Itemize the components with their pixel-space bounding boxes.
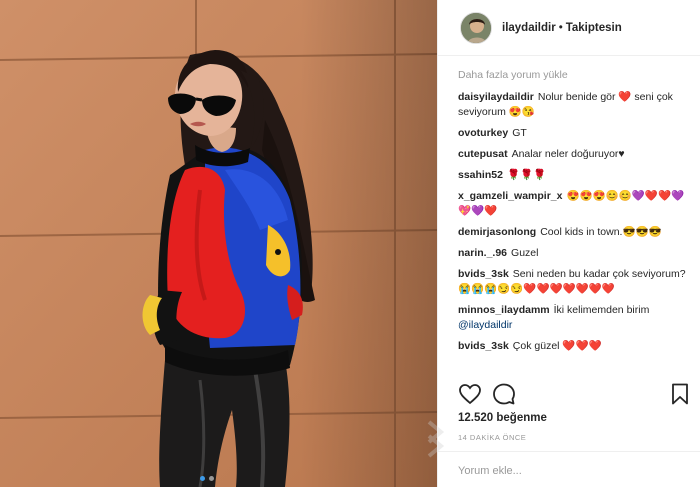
comment-icon xyxy=(493,383,515,405)
comment: minnos_ilaydamm İki kelimemden birim @ilay… xyxy=(458,303,694,333)
comment: bvids_3sk Çok güzel ❤️❤️❤️ xyxy=(458,339,694,354)
carousel-dot-active xyxy=(200,476,205,481)
follow-status[interactable]: Takiptesin xyxy=(566,22,622,34)
comment-text: İki kelimemden birim xyxy=(553,304,650,316)
instagram-post: ilaydaildir • Takiptesin Daha fazla yorum … xyxy=(0,0,700,487)
likes-count[interactable]: 12.520 beğenme xyxy=(458,412,547,424)
comment-username[interactable]: narin._.96 xyxy=(458,247,507,259)
carousel-dot xyxy=(209,476,214,481)
header-text: ilaydaildir • Takiptesin xyxy=(502,22,622,34)
comment-text: Analar neler doğuruyor♥ xyxy=(511,148,625,160)
comment-text: 🌹🌹🌹 xyxy=(506,169,547,181)
comment: bvids_3sk Seni neden bu kadar çok seviyor… xyxy=(458,267,694,297)
header-username[interactable]: ilaydaildir xyxy=(502,22,556,34)
comment: daisyilaydaildir Nolur benide gör ❤️ seni… xyxy=(458,90,694,120)
comment: cutepusat Analar neler doğuruyor♥ xyxy=(458,147,694,162)
comment-mention-link[interactable]: @ilaydaildir xyxy=(458,319,512,331)
comment-username[interactable]: bvids_3sk xyxy=(458,340,509,352)
comment: ovoturkey GT xyxy=(458,126,694,141)
comment-username[interactable]: x_gamzeli_wampir_x xyxy=(458,190,562,202)
comment-text: Guzel xyxy=(511,247,539,259)
comment-username[interactable]: minnos_ilaydamm xyxy=(458,304,550,316)
like-button[interactable] xyxy=(458,382,484,408)
comment: narin._.96 Guzel xyxy=(458,246,694,261)
add-comment-section xyxy=(438,451,700,487)
comments-list[interactable]: Daha fazla yorum yükle daisyilaydaildir N… xyxy=(458,68,694,374)
carousel-indicator xyxy=(200,476,214,481)
post-timestamp: 14 DAKİKA ÖNCE xyxy=(458,433,527,442)
save-button[interactable] xyxy=(668,382,694,408)
comment-text: Çok güzel ❤️❤️❤️ xyxy=(512,340,602,352)
comment-text: Cool kids in town.😎😎😎 xyxy=(540,226,662,238)
post-header: ilaydaildir • Takiptesin xyxy=(438,0,700,56)
post-side-panel: ilaydaildir • Takiptesin Daha fazla yorum … xyxy=(437,0,700,487)
header-separator: • xyxy=(558,21,563,34)
comment-text: GT xyxy=(512,127,527,139)
photo-illustration xyxy=(0,0,437,487)
comment: x_gamzeli_wampir_x 😍😍😍😊😊💜❤️❤️💜💖💜❤️ xyxy=(458,189,694,219)
comment-username[interactable]: ssahin52 xyxy=(458,169,503,181)
comment: demirjasonlong Cool kids in town.😎😎😎 xyxy=(458,225,694,240)
avatar-image xyxy=(461,12,491,43)
comment: ssahin52 🌹🌹🌹 xyxy=(458,168,694,183)
load-more-comments-link[interactable]: Daha fazla yorum yükle xyxy=(458,68,694,83)
post-photo[interactable] xyxy=(0,0,437,487)
comment-username[interactable]: daisyilaydaildir xyxy=(458,91,534,103)
heart-icon xyxy=(459,384,481,405)
comment-username[interactable]: ovoturkey xyxy=(458,127,508,139)
add-comment-input[interactable] xyxy=(458,461,683,481)
avatar[interactable] xyxy=(460,11,492,44)
bookmark-icon xyxy=(672,383,688,405)
comment-username[interactable]: demirjasonlong xyxy=(458,226,536,238)
comment-username[interactable]: bvids_3sk xyxy=(458,268,509,280)
comment-button[interactable] xyxy=(492,382,518,408)
comment-username[interactable]: cutepusat xyxy=(458,148,508,160)
post-actions xyxy=(458,382,688,408)
